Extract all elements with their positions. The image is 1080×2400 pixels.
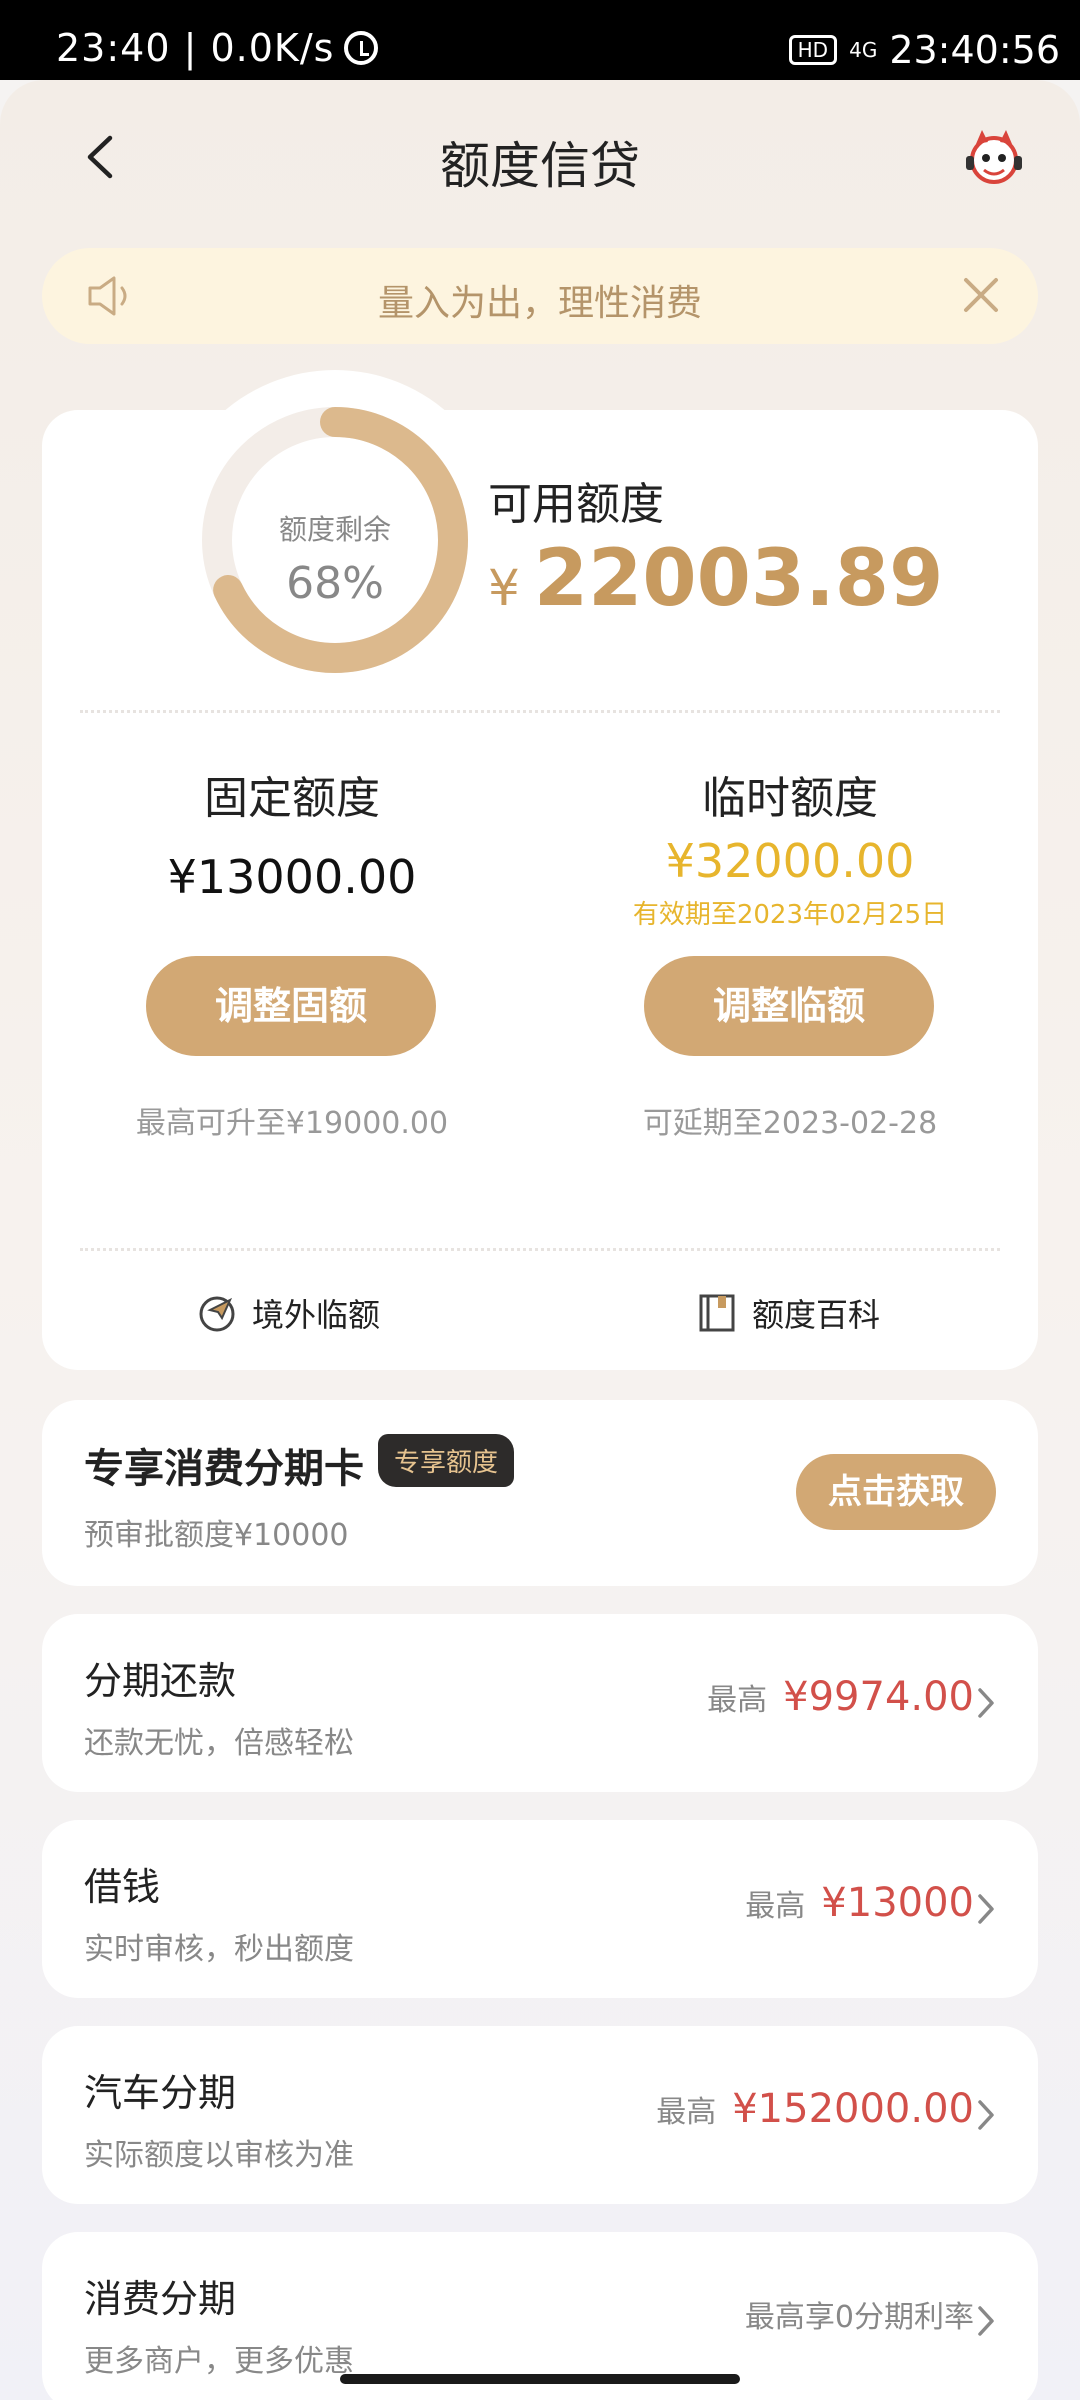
available-label: 可用额度 [488, 479, 664, 530]
list-item-amount: ¥152000.00 [732, 2086, 974, 2132]
network-label: 4G [849, 38, 878, 62]
fixed-amount-wrap: ¥13000.00 [112, 850, 472, 904]
credit-wiki-link[interactable]: 额度百科 [696, 1290, 880, 1336]
get-card-button[interactable]: 点击获取 [796, 1454, 996, 1530]
divider [80, 710, 1000, 713]
list-item-value: 最高 ¥152000.00 [656, 2086, 974, 2132]
chevron-right-icon [978, 1688, 994, 1718]
promo-subtitle: 预审批额度¥10000 [84, 1518, 349, 1553]
temp-title: 临时额度 [702, 773, 878, 824]
list-item-subtitle: 实时审核，秒出额度 [84, 1932, 354, 1967]
temp-column: 临时额度 [610, 762, 970, 826]
list-item-prefix: 最高 [707, 1683, 768, 1718]
page-title: 额度信贷 [440, 137, 640, 195]
promo-badge: 专享额度 [378, 1434, 515, 1487]
list-item-value: 最高享0分期利率 [745, 2292, 974, 2336]
temp-note-wrap: 可延期至2023-02-28 [610, 1098, 970, 1142]
fixed-amount: ¥13000.00 [167, 850, 417, 904]
credit-wiki-label: 额度百科 [752, 1296, 881, 1334]
divider [80, 1248, 1000, 1251]
status-clock: 23:40:56 [889, 28, 1060, 72]
fixed-note-prefix: 最高可升至 [135, 1106, 286, 1141]
temp-valid: 有效期至2023年02月25日 [632, 900, 948, 930]
list-item-subtitle: 更多商户，更多优惠 [84, 2344, 354, 2379]
temp-amount-wrap: ¥32000.00 [610, 834, 970, 888]
notice-bar: 量入为出，理性消费 [42, 248, 1038, 344]
page: 额度信贷 量入为出，理性消费 额度剩余 68% 可用额度 ¥ 22003.89 … [0, 80, 1080, 2400]
adjust-fixed-button[interactable]: 调整固额 [146, 956, 436, 1056]
fixed-column: 固定额度 [112, 762, 472, 826]
fixed-note: 最高可升至¥19000.00 [112, 1098, 472, 1142]
chevron-right-icon [978, 2100, 994, 2130]
overseas-credit-label: 境外临额 [252, 1296, 381, 1334]
overseas-credit-link[interactable]: 境外临额 [196, 1290, 380, 1336]
status-left: 23:40 | 0.0K/s [56, 26, 379, 70]
status-time: 23:40 | 0.0K/s [56, 26, 335, 70]
hd-badge: HD [788, 35, 838, 65]
list-item-subtitle: 还款无忧，倍感轻松 [84, 1726, 354, 1761]
promo-title: 专享消费分期卡 [84, 1446, 364, 1492]
temp-amount: ¥32000.00 [665, 834, 915, 888]
list-item-amount: ¥13000 [821, 1880, 974, 1926]
notice-text: 量入为出，理性消费 [377, 283, 702, 324]
list-item-title: 借钱 [84, 1865, 161, 1909]
mascot-icon[interactable] [960, 124, 1028, 192]
book-icon [699, 1294, 735, 1332]
list-item-title: 汽车分期 [84, 2071, 237, 2115]
credit-card: 额度剩余 68% 可用额度 ¥22003.89 固定额度 ¥13000.00 调… [42, 370, 1038, 1370]
close-icon[interactable] [958, 272, 1004, 318]
currency-symbol: ¥ [488, 559, 520, 617]
chevron-right-icon [978, 2306, 994, 2336]
adjust-temp-button[interactable]: 调整临额 [644, 956, 934, 1056]
alarm-icon [344, 31, 379, 65]
promo-card: 专享消费分期卡 专享额度 预审批额度¥10000 点击获取 [42, 1400, 1038, 1586]
chevron-right-icon [978, 1894, 994, 1924]
ring-percent: 68% [286, 558, 384, 609]
home-indicator[interactable] [340, 2374, 740, 2384]
ring-label: 额度剩余 [278, 513, 391, 546]
list-item-title: 分期还款 [84, 1659, 237, 1703]
temp-note: 可延期至2023-02-28 [642, 1106, 938, 1141]
temp-valid-wrap: 有效期至2023年02月25日 [610, 894, 970, 931]
fixed-title: 固定额度 [204, 773, 380, 824]
list-item-subtitle: 实际额度以审核为准 [84, 2138, 354, 2173]
nav-bar: 额度信贷 [0, 80, 1080, 240]
list-item-installment-repay[interactable]: 分期还款 还款无忧，倍感轻松 最高 ¥9974.00 [42, 1614, 1038, 1792]
list-item-value: 最高 ¥9974.00 [707, 1674, 974, 1720]
remaining-ring: 额度剩余 68% [160, 368, 510, 710]
list-item-rate-text: 最高享0分期利率 [744, 2300, 974, 2335]
status-bar: 23:40 | 0.0K/s HD 4G 23:40:56 [0, 0, 1080, 80]
list-item-prefix: 最高 [656, 2095, 717, 2130]
list-item-prefix: 最高 [745, 1889, 806, 1924]
list-item-value: 最高 ¥13000 [745, 1880, 974, 1926]
list-item-borrow[interactable]: 借钱 实时审核，秒出额度 最高 ¥13000 [42, 1820, 1038, 1998]
list-item-car-installment[interactable]: 汽车分期 实际额度以审核为准 最高 ¥152000.00 [42, 2026, 1038, 2204]
plane-globe-icon [199, 1296, 235, 1332]
list-item-title: 消费分期 [84, 2277, 237, 2321]
status-right: HD 4G 23:40:56 [788, 28, 1060, 72]
list-item-amount: ¥9974.00 [783, 1674, 974, 1720]
available-amount: ¥22003.89 [488, 534, 943, 624]
available-value: 22003.89 [533, 534, 944, 624]
fixed-note-amount: ¥19000.00 [285, 1106, 449, 1141]
